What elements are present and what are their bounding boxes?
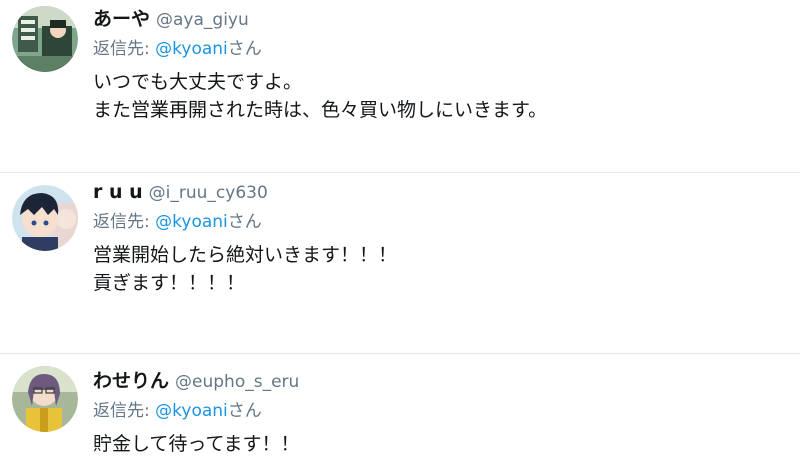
display-name[interactable]: わせりん (93, 370, 169, 392)
tweet-header: わせりん @eupho_s_eru (93, 366, 790, 396)
reply-tweet[interactable]: わせりん @eupho_s_eru 返信先: @kyoaniさん 貯金して待ってま… (0, 354, 800, 455)
tweet-text-line: また営業再開された時は、色々買い物しにいきます。 (93, 99, 548, 121)
replying-to: 返信先: @kyoaniさん (93, 34, 790, 64)
mention-link[interactable]: @kyoani (155, 39, 228, 59)
reply-tweet[interactable]: あーや @aya_giyu 返信先: @kyoaniさん いつでも大丈夫ですよ。 … (0, 0, 800, 172)
user-handle[interactable]: @eupho_s_eru (175, 372, 299, 392)
mention-link[interactable]: @kyoani (155, 212, 228, 232)
user-avatar[interactable] (12, 6, 78, 72)
user-avatar[interactable] (12, 185, 78, 251)
replying-to-suffix: さん (227, 401, 262, 421)
display-name[interactable]: r u u (93, 181, 143, 203)
tweet-text: いつでも大丈夫ですよ。 また営業再開された時は、色々買い物しにいきます。 (93, 68, 790, 124)
tweet-text-line: 営業開始したら絶対いきます！！！ (93, 244, 398, 266)
replying-to-prefix: 返信先: (93, 212, 156, 232)
tweet-header: あーや @aya_giyu (93, 4, 790, 34)
display-name[interactable]: あーや (93, 8, 150, 30)
tweet-text: 営業開始したら絶対いきます！！！ 貢ぎます！！！！ (93, 241, 790, 297)
mention-link[interactable]: @kyoani (155, 401, 228, 421)
user-avatar[interactable] (12, 366, 78, 432)
tweet-text: 貯金して待ってます！！ (93, 430, 790, 458)
replying-to-suffix: さん (227, 212, 262, 232)
tweet-header: r u u @i_ruu_cy630 (93, 177, 790, 207)
replying-to-prefix: 返信先: (93, 39, 156, 59)
user-handle[interactable]: @i_ruu_cy630 (149, 183, 268, 203)
replying-to: 返信先: @kyoaniさん (93, 396, 790, 426)
reply-tweet[interactable]: r u u @i_ruu_cy630 返信先: @kyoaniさん 営業開始したら… (0, 173, 800, 353)
tweet-text-line: 貯金して待ってます！！ (93, 433, 300, 455)
tweet-text-line: 貢ぎます！！！！ (93, 272, 246, 294)
replying-to-suffix: さん (227, 39, 262, 59)
tweet-text-line: いつでも大丈夫ですよ。 (93, 71, 303, 93)
user-handle[interactable]: @aya_giyu (156, 10, 249, 30)
replying-to-prefix: 返信先: (93, 401, 156, 421)
replying-to: 返信先: @kyoaniさん (93, 207, 790, 237)
